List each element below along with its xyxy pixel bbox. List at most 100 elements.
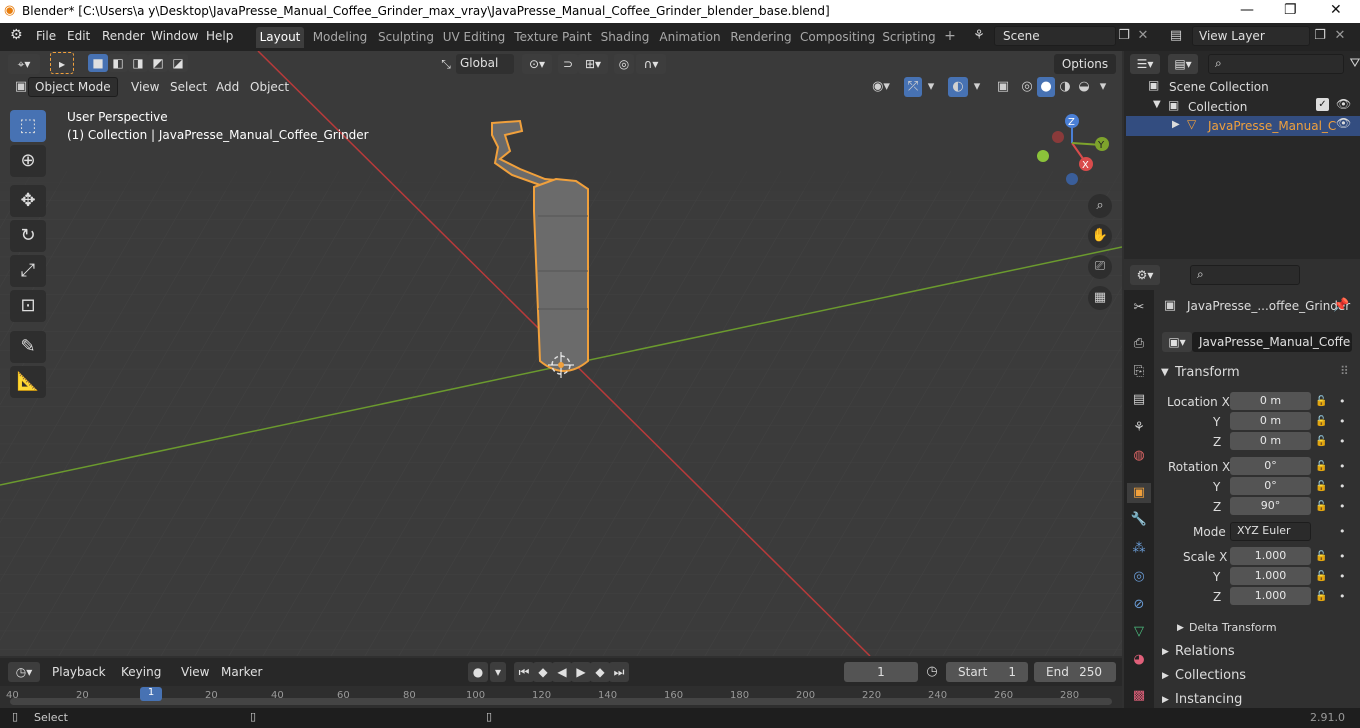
keyframe-dot-icon[interactable]: • — [1339, 550, 1346, 563]
zoom-icon[interactable]: ⌕ — [1088, 194, 1112, 218]
location-y-field[interactable]: 0 m — [1230, 412, 1311, 430]
tool-cursor[interactable]: ⊕ — [10, 145, 46, 177]
maximize-button[interactable]: ❐ — [1284, 2, 1297, 18]
select-extend-mode-button[interactable]: ◧ — [108, 54, 128, 72]
data-tab-icon[interactable]: ▽ — [1129, 622, 1149, 642]
tab-shading[interactable]: Shading — [600, 27, 650, 48]
transform-dots-icon[interactable]: ⠿ — [1340, 364, 1349, 378]
select-intersect-mode-button[interactable]: ◪ — [168, 54, 188, 72]
delete-view-layer-icon[interactable]: ✕ — [1332, 26, 1348, 46]
perspective-toggle-icon[interactable]: ▦ — [1088, 286, 1112, 310]
menu-help[interactable]: Help — [206, 29, 233, 43]
wireframe-shading-icon[interactable]: ◎ — [1018, 77, 1036, 97]
options-dropdown[interactable]: Options — [1054, 54, 1116, 74]
delete-scene-icon[interactable]: ✕ — [1135, 26, 1151, 46]
next-keyframe-button[interactable]: ◆ — [590, 662, 610, 682]
rotation-x-field[interactable]: 0° — [1230, 457, 1311, 475]
gizmo-dropdown-icon[interactable]: ▾ — [924, 77, 938, 97]
keyframe-dot-icon[interactable]: • — [1339, 415, 1346, 428]
tab-texture-paint[interactable]: Texture Paint — [514, 27, 592, 48]
lock-icon[interactable]: 🔓 — [1315, 461, 1327, 472]
select-invert-mode-button[interactable]: ◩ — [148, 54, 168, 72]
viewport-menu-view[interactable]: View — [131, 80, 159, 94]
lock-icon[interactable]: 🔓 — [1315, 591, 1327, 602]
lock-icon[interactable]: 🔓 — [1315, 436, 1327, 447]
object-name-field[interactable]: JavaPresse_Manual_Coffee_... — [1192, 332, 1352, 352]
tab-scripting[interactable]: Scripting — [882, 27, 936, 48]
view-layer-selector-icon[interactable]: ▤ — [1162, 26, 1190, 46]
transform-panel-arrow-icon[interactable]: ▼ — [1161, 367, 1169, 378]
overlays-dropdown-icon[interactable]: ▾ — [970, 77, 984, 97]
visibility-eye-icon[interactable]: 👁 — [1336, 97, 1351, 111]
tool-rotate[interactable]: ↻ — [10, 220, 46, 252]
play-reverse-button[interactable]: ◀ — [552, 662, 572, 682]
filter-icon[interactable]: ⛛ — [1348, 54, 1360, 74]
object-mode-dropdown[interactable]: Object Mode — [28, 77, 118, 97]
tab-rendering[interactable]: Rendering — [730, 27, 792, 48]
expand-arrow-icon[interactable]: ▶ — [1172, 119, 1180, 130]
rotation-z-field[interactable]: 90° — [1230, 497, 1311, 515]
keyframe-dot-icon[interactable]: • — [1339, 570, 1346, 583]
falloff-button[interactable]: ∩▾ — [636, 54, 666, 74]
outliner-object-row[interactable]: ▶ ▽ JavaPresse_Manual_C 👁 — [1126, 116, 1360, 136]
timeline-menu-keying[interactable]: Keying — [121, 665, 161, 679]
physics-tab-icon[interactable]: ◎ — [1129, 567, 1149, 587]
tool-select-box[interactable]: ⬚ — [10, 110, 46, 142]
outliner-scene-collection[interactable]: ▣ Scene Collection — [1126, 77, 1360, 97]
lock-icon[interactable]: 🔓 — [1315, 501, 1327, 512]
outliner-collection[interactable]: ▼ ▣ Collection ✓ 👁 — [1126, 97, 1360, 117]
relations-header[interactable]: Relations — [1175, 644, 1235, 659]
view-layer-tab-icon[interactable]: ▤ — [1129, 390, 1149, 410]
select-tool-button[interactable]: ▸ — [50, 52, 74, 74]
timeline-editor-type[interactable]: ◷▾ — [8, 662, 40, 682]
render-tab-icon[interactable]: ⎙ — [1129, 334, 1149, 354]
record-button[interactable]: ● — [468, 662, 488, 682]
location-z-field[interactable]: 0 m — [1230, 432, 1311, 450]
timeline-current-frame-marker[interactable]: 1 — [140, 687, 162, 701]
timeline-menu-playback[interactable]: Playback — [52, 665, 106, 679]
expand-arrow-icon[interactable]: ▼ — [1153, 99, 1161, 110]
pan-hand-icon[interactable]: ✋ — [1088, 224, 1112, 248]
menu-edit[interactable]: Edit — [67, 29, 90, 43]
timer-icon[interactable]: ◷ — [922, 662, 942, 682]
transform-panel-header[interactable]: Transform — [1175, 365, 1240, 380]
outliner-editor-type[interactable]: ☰▾ — [1130, 54, 1160, 74]
scene-selector-icon[interactable]: ⚘ — [966, 26, 992, 46]
editor-type-button[interactable]: ⌖▾ — [8, 54, 40, 74]
tool-move[interactable]: ✥ — [10, 185, 46, 217]
gizmo-toggle-icon[interactable]: ⤱ — [904, 77, 922, 97]
pivot-point-button[interactable]: ⊙▾ — [522, 54, 552, 74]
scale-x-field[interactable]: 1.000 — [1230, 547, 1311, 565]
tab-uv-editing[interactable]: UV Editing — [442, 27, 506, 48]
solid-shading-icon[interactable]: ● — [1037, 77, 1055, 97]
world-tab-icon[interactable]: ◍ — [1129, 446, 1149, 466]
transform-orientation-dropdown[interactable]: Global — [456, 54, 514, 74]
scene-field[interactable]: Scene — [994, 26, 1116, 46]
keyframe-options-button[interactable]: ▾ — [490, 662, 506, 682]
object-tab-icon[interactable]: ▣ — [1127, 483, 1151, 503]
start-frame-field[interactable]: Start 1 — [946, 662, 1028, 682]
snap-target-button[interactable]: ⊞▾ — [578, 54, 608, 74]
blender-menu-icon[interactable]: ⚙ — [10, 27, 23, 43]
keyframe-dot-icon[interactable]: • — [1339, 395, 1346, 408]
tab-layout[interactable]: Layout — [256, 27, 304, 48]
tool-transform[interactable]: ⊡ — [10, 290, 46, 322]
new-view-layer-icon[interactable]: ❐ — [1312, 26, 1328, 46]
tool-tab-icon[interactable]: ✂ — [1129, 298, 1149, 318]
menu-file[interactable]: File — [36, 29, 56, 43]
jump-end-button[interactable]: ⏭ — [609, 662, 629, 682]
keyframe-dot-icon[interactable]: • — [1339, 435, 1346, 448]
add-workspace-button[interactable]: + — [942, 27, 958, 48]
tab-modeling[interactable]: Modeling — [310, 27, 370, 48]
lock-icon[interactable]: 🔓 — [1315, 571, 1327, 582]
rotation-y-field[interactable]: 0° — [1230, 477, 1311, 495]
lock-icon[interactable]: 🔓 — [1315, 481, 1327, 492]
properties-search-input[interactable]: ⌕ — [1190, 265, 1300, 285]
viewport-menu-add[interactable]: Add — [216, 80, 239, 94]
relations-arrow-icon[interactable]: ▶ — [1162, 647, 1169, 657]
shading-dropdown-icon[interactable]: ▾ — [1096, 77, 1110, 97]
close-window-button[interactable]: ✕ — [1330, 2, 1342, 18]
end-frame-field[interactable]: End 250 — [1034, 662, 1116, 682]
xray-toggle-icon[interactable]: ▣ — [994, 77, 1012, 97]
tool-annotate[interactable]: ✎ — [10, 331, 46, 363]
